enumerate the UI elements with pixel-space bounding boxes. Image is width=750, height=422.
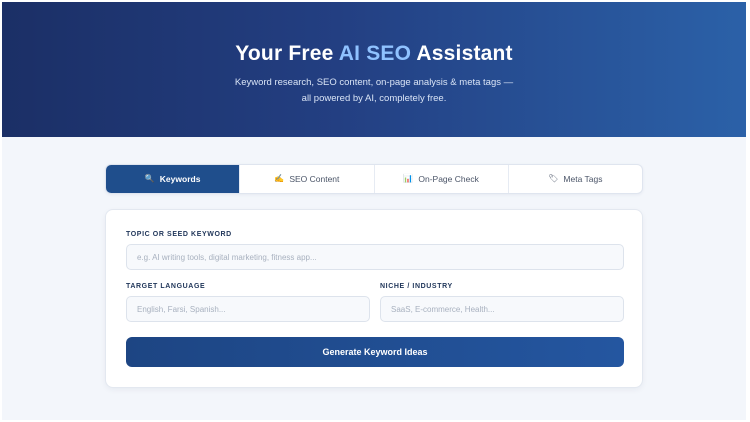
tab-label: Keywords [159, 174, 201, 184]
generate-keywords-button[interactable]: Generate Keyword Ideas [126, 337, 624, 367]
tab-seo-content[interactable]: ✍ SEO Content [240, 165, 375, 193]
tab-label: On-Page Check [418, 174, 479, 184]
hero-banner: Your Free AI SEO Assistant Keyword resea… [2, 2, 746, 137]
language-label: TARGET LANGUAGE [126, 283, 206, 290]
topic-input[interactable] [126, 244, 624, 270]
tool-tabs: 🔍 Keywords ✍ SEO Content 📊 On-Page Check… [105, 164, 643, 194]
tab-meta-tags[interactable]: 🏷 Meta Tags [509, 165, 642, 193]
tab-label: SEO Content [289, 174, 340, 184]
pencil-icon: ✍ [274, 174, 285, 183]
tag-icon: 🏷 [548, 174, 559, 183]
page-title: Your Free AI SEO Assistant [2, 42, 746, 66]
tab-keywords[interactable]: 🔍 Keywords [106, 165, 241, 193]
page-subtitle: Keyword research, SEO content, on-page a… [2, 75, 746, 107]
page: Your Free AI SEO Assistant Keyword resea… [2, 2, 746, 420]
tab-on-page-check[interactable]: 📊 On-Page Check [375, 165, 509, 193]
chart-icon: 📊 [403, 174, 414, 183]
title-accent: AI SEO [338, 42, 412, 65]
topic-label: TOPIC OR SEED KEYWORD [126, 231, 232, 238]
tab-label: Meta Tags [563, 174, 603, 184]
niche-input[interactable] [380, 296, 624, 322]
title-suffix: Assistant [411, 42, 513, 65]
niche-label: NICHE / INDUSTRY [380, 283, 453, 290]
subtitle-line-2: all powered by AI, completely free. [301, 93, 447, 104]
subtitle-line-1: Keyword research, SEO content, on-page a… [234, 77, 514, 88]
title-prefix: Your Free [235, 42, 339, 65]
search-icon: 🔍 [144, 174, 155, 183]
language-input[interactable] [126, 296, 370, 322]
keyword-form-card: TOPIC OR SEED KEYWORD TARGET LANGUAGE NI… [105, 209, 643, 388]
